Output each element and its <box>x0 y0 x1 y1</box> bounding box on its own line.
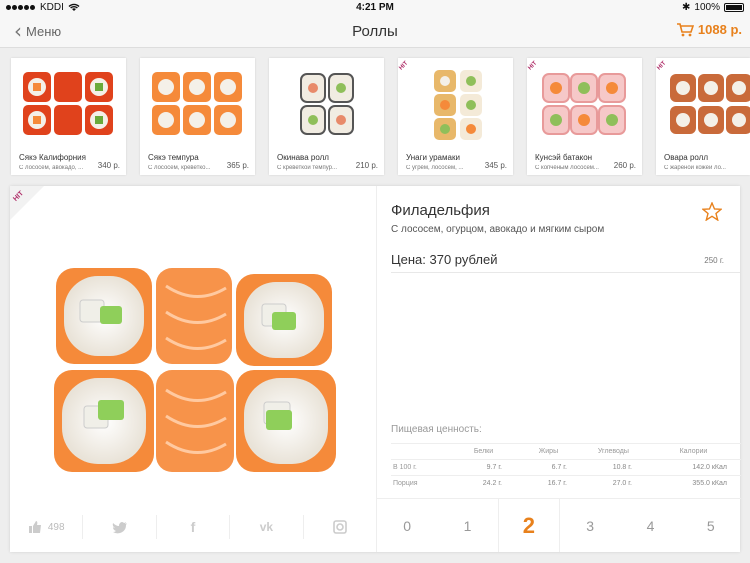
navigation-bar: ‹ Меню Роллы 1088 р. <box>0 16 750 48</box>
product-name: Сякэ Калифорния <box>19 153 86 162</box>
favorite-star-icon[interactable] <box>702 202 722 221</box>
product-name: Окинава ролл <box>277 153 329 162</box>
product-title: Филадельфия <box>391 202 490 219</box>
product-description: С копчёным лососем... <box>535 165 599 171</box>
like-icon <box>28 521 41 533</box>
facebook-icon: f <box>190 519 196 535</box>
social-bar: 498 f vk <box>10 502 376 552</box>
product-description: С креветкой темпур... <box>277 165 338 171</box>
column-header: Жиры <box>515 443 581 460</box>
table-cell: 10.8 г. <box>580 459 646 476</box>
product-info-pane: Филадельфия С лососем, огурцом, авокадо … <box>376 186 741 552</box>
like-button[interactable]: 498 <box>10 515 84 539</box>
table-cell: 16.7 г. <box>515 475 581 492</box>
product-price: 345 р. <box>484 161 507 170</box>
product-detail: HIT 498 f vk Филадельфия С лососем, огур… <box>10 186 741 552</box>
product-image <box>152 72 242 135</box>
product-weight: 250 г. <box>704 256 724 265</box>
table-cell: 24.2 г. <box>451 475 516 492</box>
cart-button[interactable]: 1088 р. <box>676 22 742 37</box>
twitter-share-button[interactable] <box>83 515 157 539</box>
product-image <box>670 74 750 134</box>
product-price: 365 р. <box>226 161 249 170</box>
product-price: 340 р. <box>97 161 120 170</box>
product-card[interactable]: HIT Унаги урамаки С угрём, лососем, ... … <box>398 58 513 175</box>
row-label: В 100 г. <box>391 459 451 476</box>
product-image <box>300 73 354 135</box>
page-title: Роллы <box>352 23 398 40</box>
table-row: Порция 24.2 г. 16.7 г. 27.0 г. 355.0 кКа… <box>391 475 741 492</box>
product-name: Унаги урамаки <box>406 153 460 162</box>
quantity-option[interactable]: 1 <box>437 499 497 552</box>
product-card[interactable]: Окинава ролл С креветкой темпур... 210 р… <box>269 58 384 175</box>
table-cell: 142.0 кКал <box>645 459 741 476</box>
product-image <box>434 70 482 140</box>
instagram-icon <box>333 520 347 534</box>
product-price: Цена: 370 рублей <box>391 252 498 267</box>
vk-icon: vk <box>259 520 274 534</box>
nutrition-title: Пищевая ценность: <box>391 424 482 435</box>
product-description: С лососем, авокадо, ... <box>19 165 84 171</box>
quantity-option[interactable]: 0 <box>377 499 437 552</box>
product-subtitle: С лососем, огурцом, авокадо и мягким сыр… <box>391 224 605 235</box>
vk-share-button[interactable]: vk <box>230 515 304 539</box>
product-hero-image <box>54 268 336 472</box>
table-cell: 27.0 г. <box>580 475 646 492</box>
product-image <box>23 72 113 135</box>
facebook-share-button[interactable]: f <box>157 515 231 539</box>
product-name: Овара ролл <box>664 153 709 162</box>
product-description: С угрём, лососем, ... <box>406 165 464 171</box>
nutrition-table: Белки Жиры Углеводы Калории В 100 г. 9.7… <box>391 443 741 492</box>
quantity-option[interactable]: 4 <box>620 499 680 552</box>
back-label: Меню <box>26 23 62 39</box>
product-card[interactable]: Сякэ темпура С лососем, креветко... 365 … <box>140 58 255 175</box>
table-cell: 6.7 г. <box>515 459 581 476</box>
product-image <box>542 73 626 135</box>
clock: 4:21 PM <box>356 2 394 13</box>
product-description: С жареной кожей ло... <box>664 165 726 171</box>
product-carousel: Сякэ Калифорния С лососем, авокадо, ... … <box>0 48 750 180</box>
cart-total: 1088 р. <box>697 22 742 37</box>
product-price: 260 р. <box>613 161 636 170</box>
instagram-share-button[interactable] <box>304 515 376 539</box>
column-header: Белки <box>451 443 516 460</box>
cart-icon <box>676 22 694 36</box>
twitter-icon <box>112 521 127 533</box>
table-cell: 9.7 г. <box>451 459 516 476</box>
like-count: 498 <box>47 521 65 533</box>
battery-icon <box>724 3 744 12</box>
product-description: С лососем, креветко... <box>148 165 211 171</box>
row-label: Порция <box>391 475 451 492</box>
table-cell: 355.0 кКал <box>645 475 741 492</box>
back-button[interactable]: ‹ Меню <box>14 19 62 43</box>
bluetooth-icon: ✱ <box>682 2 691 13</box>
quantity-option[interactable]: 5 <box>681 499 741 552</box>
product-name: Сякэ темпура <box>148 153 199 162</box>
table-header-row: Белки Жиры Углеводы Калории <box>391 443 741 460</box>
column-header: Углеводы <box>580 443 646 460</box>
product-name: Кунсэй батакон <box>535 153 593 162</box>
product-card[interactable]: Сякэ Калифорния С лососем, авокадо, ... … <box>11 58 126 175</box>
column-header: Калории <box>645 443 741 460</box>
quantity-option[interactable]: 3 <box>560 499 620 552</box>
hit-badge: HIT <box>10 186 44 220</box>
quantity-option-selected[interactable]: 2 <box>497 499 560 552</box>
battery-percent: 100% <box>694 2 720 13</box>
product-photo-pane: HIT 498 f vk <box>10 186 376 552</box>
product-price: 210 р. <box>355 161 378 170</box>
table-row: В 100 г. 9.7 г. 6.7 г. 10.8 г. 142.0 кКа… <box>391 459 741 476</box>
status-bar: KDDI 4:21 PM ✱ 100% <box>0 0 750 16</box>
quantity-picker[interactable]: 0 1 2 3 4 5 <box>377 498 741 552</box>
chevron-left-icon: ‹ <box>14 19 22 43</box>
divider <box>391 272 740 273</box>
product-card[interactable]: HIT Овара ролл С жареной кожей ло... <box>656 58 750 175</box>
product-card[interactable]: HIT Кунсэй батакон С копчёным лососем...… <box>527 58 642 175</box>
